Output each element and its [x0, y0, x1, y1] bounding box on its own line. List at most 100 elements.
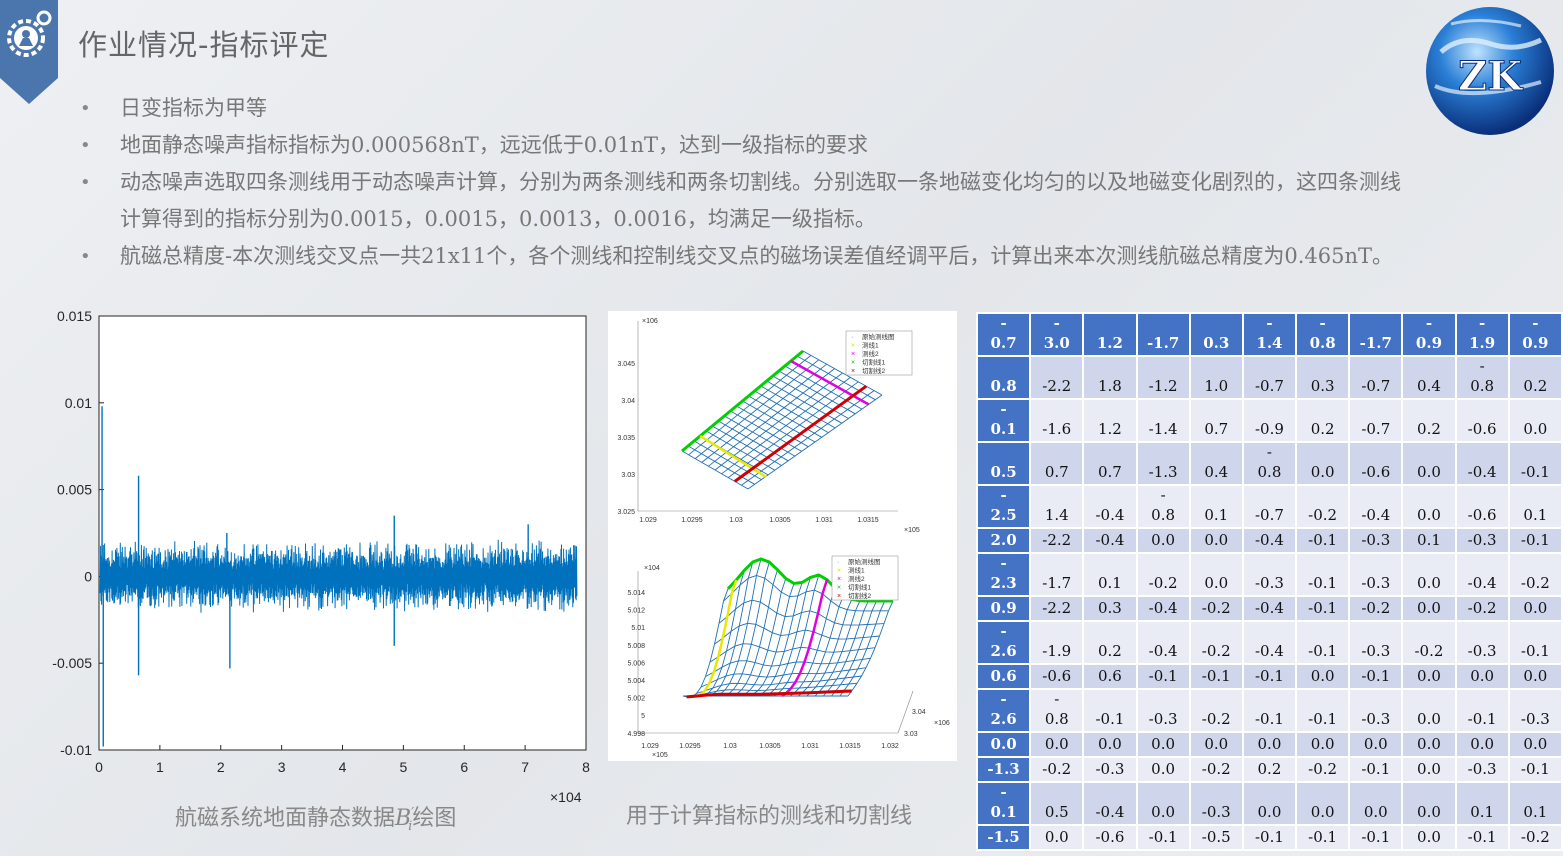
- cell-value: 0.0: [1523, 599, 1548, 617]
- header-cell: - 0.9: [1507, 312, 1563, 357]
- table-cell: -0.1: [1241, 663, 1298, 690]
- table-row: 0.0 0.0 0.0 0.0 0.0 0.0 0.0 0.0 0.0 0.0 0.0: [976, 731, 1563, 758]
- table-row: -1.5 0.0 -0.6 -0.1 -0.5 -0.1 -0.1 -0.1 0.0 -0.1 -0…: [976, 824, 1563, 851]
- y-tick-label: 3.045: [617, 361, 635, 368]
- legend-marker: ×: [851, 360, 855, 367]
- table-cell: -0.2: [1295, 756, 1351, 783]
- minus-sign: -: [1054, 690, 1060, 708]
- cell-value: -0.4: [1361, 506, 1391, 524]
- bullet-text: 地面静态噪声指标指标为0.000568nT，远远低于0.01nT，达到一级指标的…: [120, 133, 869, 157]
- table-cell: -0.9: [1241, 398, 1298, 443]
- legend-marker: ×: [851, 343, 855, 350]
- mesh-line: [814, 600, 861, 697]
- table-row: 0.5 0.7 0.7 -1.3 0.4 - 0.8 0.0 -0.6 0.0 -0.4 -0.1: [976, 441, 1563, 486]
- table-cell: 0.0: [1135, 781, 1191, 826]
- cell-value: -0.4: [1254, 642, 1284, 660]
- bullet-dot-icon: •: [80, 246, 91, 267]
- table-cell: -0.1: [1295, 688, 1351, 733]
- x-tick-label: 1.032: [881, 743, 899, 750]
- table-cell: 0.0: [1029, 731, 1085, 758]
- table-cell: 0.3: [1295, 355, 1351, 400]
- cell-value: 1.2: [1098, 420, 1122, 438]
- row-header-cell: 0.9: [976, 595, 1032, 622]
- table-cell: -0.1: [1454, 824, 1510, 851]
- table-cell: 0.5: [1029, 781, 1085, 826]
- minus-sign: -: [1053, 314, 1060, 332]
- minus-sign: -: [1266, 443, 1272, 461]
- minus-sign: -: [1000, 783, 1007, 801]
- x-tick-label: 1.03: [729, 517, 743, 524]
- table-cell: 0.2: [1401, 398, 1457, 443]
- table-cell: -0.1: [1507, 527, 1563, 554]
- legend-label: 原始测线图: [862, 332, 895, 341]
- table-cell: 0.1: [1454, 781, 1510, 826]
- table-cell: 0.0: [1135, 527, 1191, 554]
- x-tick-label: 5: [399, 759, 407, 775]
- legend-label: 测线1: [862, 341, 879, 350]
- table-cell: -0.2: [1507, 552, 1563, 597]
- table-cell: -0.1: [1507, 620, 1563, 665]
- bullet-text-continued: 计算得到的指标分别为0.0015，0.0015，0.0013，0.0016，均满…: [120, 207, 876, 231]
- cell-value: 0.7: [1204, 420, 1229, 438]
- table-cell: -0.3: [1507, 688, 1563, 733]
- table-cell: -0.6: [1454, 484, 1510, 529]
- cell-value: -0.4: [1148, 599, 1178, 617]
- table-cell: -0.3: [1348, 527, 1404, 554]
- table-cell: -0.7: [1348, 398, 1404, 443]
- cell-value: -0.1: [1148, 828, 1178, 846]
- cell-value: -0.4: [1148, 642, 1178, 660]
- cell-value: -0.7: [1254, 377, 1284, 395]
- header-cell: -1.7: [1348, 312, 1404, 357]
- legend-label: 原始测线图: [848, 557, 881, 566]
- cell-value: 1.8: [1098, 377, 1122, 395]
- cell-value: -1.3: [1148, 463, 1178, 481]
- survey-lines-plots: 3.0253.033.0353.043.0451.029 1.0295 1.03 1.…: [608, 311, 957, 761]
- bullet-text: 航磁总精度-本次测线交叉点一共21x11个，各个测线和控制线交叉点的磁场误差值经…: [120, 244, 1394, 268]
- bullet-dot-icon: •: [80, 98, 91, 119]
- x-tick-label: 4: [339, 759, 347, 775]
- minus-sign: -: [1000, 486, 1007, 504]
- row-header-cell: - 0.1: [976, 781, 1032, 826]
- cell-value: 0.8: [1309, 334, 1336, 352]
- y-tick-label: 0.01: [65, 395, 92, 411]
- cell-value: -0.6: [1467, 420, 1497, 438]
- z-multiplier-label: ×104: [644, 565, 660, 572]
- cell-value: -0.2: [1201, 642, 1231, 660]
- cell-value: 0.1: [1470, 803, 1495, 821]
- cell-value: 0.0: [1363, 735, 1388, 753]
- cell-value: 0.0: [1363, 803, 1388, 821]
- cell-value: 0.0: [1417, 463, 1441, 481]
- z-tick-label: 5.012: [627, 608, 645, 615]
- cell-value: 0.0: [1523, 420, 1548, 438]
- bullet-list: • 日变指标为甲等 • 地面静态噪声指标指标为0.000568nT，远远低于0.01…: [78, 90, 1563, 275]
- z-tick-label: 5.006: [627, 660, 645, 667]
- y-tick-label: -0.005: [52, 655, 92, 671]
- table-cell: 0.0: [1507, 663, 1563, 690]
- table-cell: -2.2: [1029, 355, 1085, 400]
- minus-sign: -: [1000, 314, 1007, 332]
- x-tick-label: 1.031: [815, 517, 833, 524]
- legend-label: 测线2: [848, 574, 865, 583]
- y-tick-label: 3.04: [912, 709, 926, 716]
- table-cell: 0.0: [1295, 663, 1351, 690]
- cell-value: -0.1: [1254, 710, 1284, 728]
- table-cell: 0.0: [1295, 731, 1351, 758]
- table-cell: 0.7: [1188, 398, 1244, 443]
- table-cell: -0.2: [1188, 688, 1244, 733]
- y-tick-label: 3.03: [904, 731, 918, 738]
- cell-value: -0.4: [1467, 463, 1497, 481]
- table-cell: -0.2: [1401, 620, 1457, 665]
- cell-value: 0.0: [1523, 667, 1548, 685]
- cell-value: -0.3: [1201, 803, 1231, 821]
- row-header-cell: -1.3: [976, 756, 1032, 783]
- table-cell: -0.3: [1454, 527, 1510, 554]
- cell-value: -0.1: [1308, 599, 1338, 617]
- cell-value: -0.7: [1361, 377, 1391, 395]
- table-cell: -0.1: [1295, 824, 1351, 851]
- table-cell: -0.2: [1507, 824, 1563, 851]
- cell-value: -0.1: [1520, 760, 1550, 778]
- table-cell: -0.1: [1348, 663, 1404, 690]
- x-tick-label: 1.031: [801, 743, 819, 750]
- row-header-cell: 0.8: [976, 355, 1032, 400]
- table-cell: -0.1: [1295, 620, 1351, 665]
